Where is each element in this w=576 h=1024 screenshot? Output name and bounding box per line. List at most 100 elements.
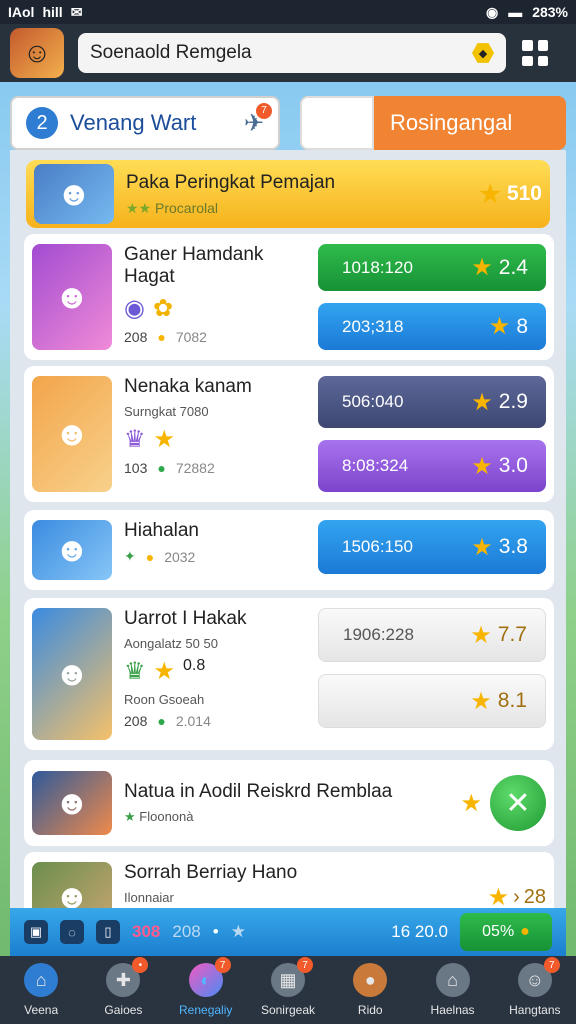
total-score: 16 20.0	[391, 922, 448, 941]
avatar: ☻	[32, 520, 112, 580]
hex-badge-icon[interactable]: ◆	[472, 43, 494, 63]
clover-icon: ✿	[152, 295, 174, 322]
avatar: ☻	[32, 376, 112, 492]
avatar: ☻	[34, 164, 114, 224]
photo-icon[interactable]: ▣	[24, 920, 48, 944]
coin-icon: ●	[353, 963, 388, 997]
search-input[interactable]: Soenaold Remgela ◆	[78, 33, 506, 73]
star-icon: ★	[470, 687, 492, 715]
star-outline-icon: ★	[230, 922, 246, 941]
list-item[interactable]: ☻ Hiahalan ✦ ● 2032 1506:150 ★ 3.8	[24, 510, 554, 590]
star-icon: ★	[471, 533, 493, 561]
player-subtitle: ★ Floononà	[124, 809, 194, 824]
player-name: Sorrah Berriay Hano	[124, 862, 298, 883]
list-item[interactable]: ☻ Natua in Aodil Reiskrd Remblaa ★ Floon…	[24, 760, 554, 846]
gem-icon: ♛	[124, 658, 146, 685]
star-icon: ★★	[126, 199, 152, 216]
player-name: Uarrot I Hakak	[124, 608, 247, 629]
star-icon: ★	[153, 426, 176, 453]
carrier-label: IAol	[8, 4, 35, 20]
list-item[interactable]: ☻ Uarrot I Hakak Aongalatz 50 50 ♛ ★ 0.8 R…	[24, 598, 554, 750]
list-item[interactable]: ☻ Nenaka kanam Surngkat 7080 ♛ ★ 103 ● 7288…	[24, 366, 554, 502]
featured-title: Paka Peringkat Pemajan	[126, 171, 336, 193]
cup-icon: ♛	[124, 426, 146, 453]
star-icon: ★	[460, 789, 482, 817]
dot-icon: •	[212, 922, 219, 941]
clover-icon: ✦	[124, 548, 136, 564]
signal-label: hill	[42, 4, 63, 20]
check-icon: ●	[157, 713, 166, 729]
score-button[interactable]: 203;318 ★ 8	[318, 303, 546, 350]
claim-button[interactable]: 05% ●	[460, 913, 552, 951]
featured-subtitle: ★★ Procarolal	[126, 199, 219, 216]
player-name: Hiahalan	[124, 520, 199, 541]
profile-icon: ☺ 7	[517, 957, 560, 997]
star-icon: ★	[153, 658, 176, 685]
star-icon: ★	[488, 313, 511, 340]
refresh-icon[interactable]: ◌	[60, 920, 84, 944]
orb-icon: ◉	[124, 295, 145, 322]
nav-item-hangtans[interactable]: ☺ 7 Hangtans	[494, 956, 576, 1024]
player-subtitle: Ilonnaiar	[124, 890, 174, 905]
accept-button[interactable]: ✕	[490, 775, 546, 831]
battery-percent: 283%	[532, 4, 568, 20]
tab-venang-wart[interactable]: 2 Venang Wart ✈ 7	[10, 96, 280, 150]
score-button[interactable]: 1906:228 ★ 7.7	[318, 608, 546, 662]
avatar: ☻	[32, 244, 112, 350]
wifi-icon: ◉	[485, 3, 499, 20]
device-icon[interactable]: ▯	[96, 920, 120, 944]
app-avatar-icon[interactable]: ☺	[10, 28, 64, 78]
points-value: 308	[132, 922, 161, 941]
score-button[interactable]: ★ 8.1	[318, 674, 546, 728]
mail-icon: ✉	[70, 3, 83, 20]
nav-item-veena[interactable]: ⌂ Veena	[0, 956, 82, 1024]
featured-score: ★ 510	[479, 180, 542, 208]
nav-item-sonirgeak[interactable]: ▦ 7 Sonirgeak	[247, 956, 329, 1024]
tab-label: Rosingangal	[390, 110, 513, 135]
nav-item-rido[interactable]: ● Rido	[329, 956, 411, 1024]
player-subtitle: Surngkat 7080	[124, 404, 209, 419]
avatar: ☻	[32, 771, 112, 835]
battery-icon: ▬	[508, 4, 523, 20]
check-icon: ●	[157, 460, 166, 476]
coin-icon: ●	[520, 923, 530, 940]
house-icon: ⌂	[435, 963, 470, 997]
score-button[interactable]: 1506:150 ★ 3.8	[318, 520, 546, 574]
paper-plane-icon[interactable]: ✉	[300, 96, 374, 150]
coin-icon: ●	[157, 329, 166, 345]
search-text: Soenaold Remgela	[90, 42, 252, 63]
score-button[interactable]: 1018:120 ★ 2.4	[318, 244, 546, 291]
box-icon: ▦ 7	[270, 957, 313, 997]
nav-item-gaioes[interactable]: ✚ • Gaioes	[82, 956, 164, 1024]
player-name: Nenaka kanam	[124, 376, 252, 397]
status-bar: IAol hill ✉ ◉ ▬ 283%	[0, 0, 576, 24]
score-button[interactable]: 506:040 ★ 2.9	[318, 376, 546, 428]
footer-summary-bar: ▣ ◌ ▯ 308 208 • ★ 16 20.0 05% ●	[10, 908, 566, 956]
bottom-navigation: ⌂ Veena ✚ • Gaioes ◐ 7 Renegaliy ▦ 7 Sonirgeak …	[0, 956, 576, 1024]
paper-plane-icon[interactable]: ✈ 7	[244, 102, 272, 138]
tab-rosingangal[interactable]: ✉ Rosingangal	[300, 96, 566, 150]
score-button[interactable]: 8:08:324 ★ 3.0	[318, 440, 546, 492]
home-icon: ⌂	[24, 963, 59, 997]
star-icon: ★	[471, 452, 493, 480]
coin-icon: ●	[145, 548, 155, 565]
player-name: Natua in Aodil Reiskrd Remblaa	[124, 781, 393, 802]
featured-card[interactable]: ☻ Paka Peringkat Pemajan ★★ Procarolal ★…	[26, 160, 550, 228]
nav-item-haelnas[interactable]: ⌂ Haelnas	[411, 956, 493, 1024]
nav-item-renegaliy[interactable]: ◐ 7 Renegaliy	[165, 956, 247, 1024]
ball-icon: ◐ 7	[188, 957, 231, 997]
list-item[interactable]: ☻ Ganer Hamdank Hagat ◉ ✿ 208 ● 7082 1018:1…	[24, 234, 554, 360]
player-extra: Roon Gsoeah	[124, 692, 205, 707]
leaderboard-list: ☻ Paka Peringkat Pemajan ★★ Procarolal ★…	[10, 150, 566, 950]
gamepad-icon: ✚ •	[106, 957, 149, 997]
star-icon: ★	[479, 180, 501, 208]
star-icon: ★	[470, 621, 492, 649]
star-icon: ★	[471, 254, 493, 281]
menu-grid-icon[interactable]	[522, 40, 548, 66]
tab-bar: 2 Venang Wart ✈ 7 ✉ Rosingangal	[10, 96, 566, 150]
badge-text: 0.8	[183, 657, 206, 674]
player-name: Ganer Hamdank Hagat	[124, 244, 264, 287]
tab-number-badge: 2	[26, 107, 58, 139]
avatar: ☻	[32, 608, 112, 740]
player-subtitle: Aongalatz 50 50	[124, 636, 218, 651]
